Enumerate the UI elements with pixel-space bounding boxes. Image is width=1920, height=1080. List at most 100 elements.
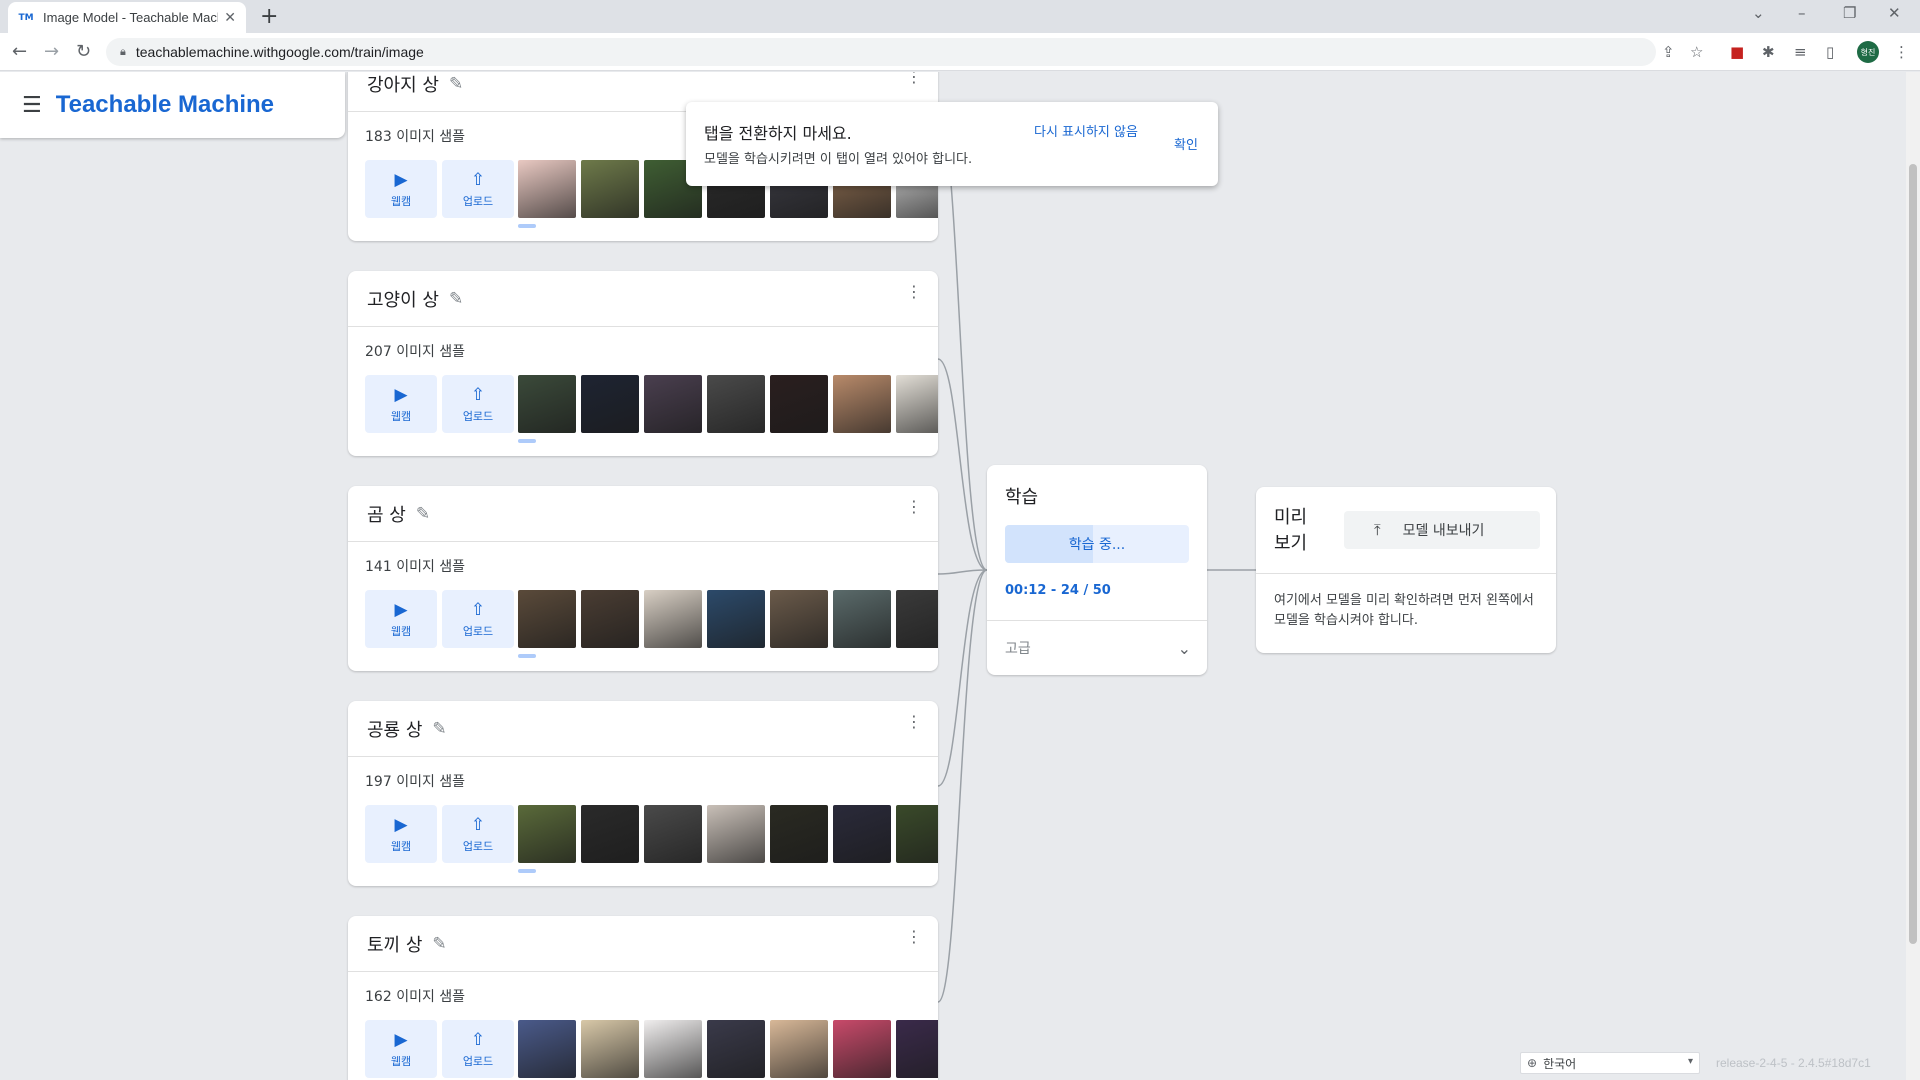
browser-tab[interactable]: TM Image Model - Teachable Mach ✕	[8, 2, 246, 33]
edit-pencil-icon[interactable]: ✎	[449, 289, 463, 309]
video-camera-icon: ▶︎	[394, 814, 408, 835]
thumbnail-scroll-indicator[interactable]	[518, 224, 536, 228]
avatar[interactable]: 형진	[1857, 41, 1879, 63]
extensions-icon[interactable]: ✱	[1762, 43, 1775, 61]
upload-button[interactable]: ⇧ 업로드	[442, 590, 514, 648]
sample-thumbnail[interactable]	[518, 375, 576, 433]
sample-count-suffix: 이미지 샘플	[396, 774, 466, 790]
thumbnail-scroll-indicator[interactable]	[518, 654, 536, 658]
sample-thumbnail[interactable]	[707, 375, 765, 433]
training-progress-button[interactable]: 학습 중...	[1005, 525, 1189, 563]
sample-thumbnail[interactable]	[644, 805, 702, 863]
sample-thumbnail[interactable]	[833, 1020, 891, 1078]
sample-thumbnail[interactable]	[518, 160, 576, 218]
sample-thumbnail[interactable]	[581, 1020, 639, 1078]
sample-thumbnails[interactable]	[518, 805, 938, 863]
webcam-button[interactable]: ▶︎ 웹캠	[365, 805, 437, 863]
sample-thumbnail[interactable]	[707, 805, 765, 863]
sample-thumbnails[interactable]	[518, 375, 938, 433]
advanced-toggle[interactable]: 고급 ⌄	[987, 620, 1207, 675]
sample-thumbnail[interactable]	[644, 1020, 702, 1078]
tab-search-icon[interactable]: ⌄	[1752, 4, 1765, 22]
webcam-label: 웹캠	[390, 194, 412, 208]
more-options-icon[interactable]: ⋮	[906, 499, 922, 515]
edit-pencil-icon[interactable]: ✎	[432, 934, 446, 954]
extension-record-icon[interactable]: ■	[1730, 43, 1744, 61]
sample-thumbnail[interactable]	[770, 1020, 828, 1078]
sample-thumbnail[interactable]	[770, 805, 828, 863]
thumbnail-scroll-indicator[interactable]	[518, 869, 536, 873]
sample-thumbnail[interactable]	[644, 590, 702, 648]
more-options-icon[interactable]: ⋮	[906, 284, 922, 300]
sample-thumbnail[interactable]	[581, 805, 639, 863]
share-icon[interactable]: ⇪	[1662, 43, 1675, 61]
minimize-icon[interactable]: –	[1798, 4, 1806, 22]
sample-thumbnail[interactable]	[833, 375, 891, 433]
sample-thumbnail[interactable]	[581, 375, 639, 433]
class-name[interactable]: 공룡 상	[367, 716, 422, 742]
sample-thumbnail[interactable]	[896, 1020, 938, 1078]
forward-icon[interactable]: →	[44, 41, 59, 62]
more-options-icon[interactable]: ⋮	[906, 929, 922, 945]
sample-thumbnails[interactable]	[518, 590, 938, 648]
sample-count-number: 197	[365, 774, 392, 790]
app-brand[interactable]: Teachable Machine	[56, 91, 274, 119]
address-bar[interactable]: 🔒︎ teachablemachine.withgoogle.com/train…	[106, 38, 1656, 66]
sample-thumbnail[interactable]	[770, 375, 828, 433]
sample-thumbnail[interactable]	[644, 375, 702, 433]
scrollbar-thumb[interactable]	[1909, 164, 1917, 944]
sample-thumbnail[interactable]	[581, 160, 639, 218]
sample-count: 141 이미지 샘플	[365, 556, 465, 576]
edit-pencil-icon[interactable]: ✎	[449, 74, 463, 94]
sample-thumbnail[interactable]	[833, 805, 891, 863]
language-select[interactable]: ⊕ 한국어 ▾	[1520, 1052, 1700, 1074]
sample-thumbnail[interactable]	[707, 590, 765, 648]
edit-pencil-icon[interactable]: ✎	[432, 719, 446, 739]
upload-button[interactable]: ⇧ 업로드	[442, 1020, 514, 1078]
class-name[interactable]: 곰 상	[367, 501, 406, 527]
toast-ok-button[interactable]: 확인	[1174, 134, 1198, 153]
sample-thumbnail[interactable]	[896, 375, 938, 433]
webcam-button[interactable]: ▶︎ 웹캠	[365, 160, 437, 218]
restore-icon[interactable]: ❐	[1843, 4, 1856, 22]
side-panel-icon[interactable]: ▯	[1826, 43, 1834, 61]
webcam-button[interactable]: ▶︎ 웹캠	[365, 375, 437, 433]
class-name[interactable]: 고양이 상	[367, 286, 439, 312]
new-tab-icon[interactable]: +	[260, 4, 278, 29]
sample-thumbnail[interactable]	[896, 590, 938, 648]
reload-icon[interactable]: ↻	[76, 41, 91, 62]
sample-thumbnail[interactable]	[896, 805, 938, 863]
upload-button[interactable]: ⇧ 업로드	[442, 805, 514, 863]
sample-thumbnail[interactable]	[581, 590, 639, 648]
browser-menu-icon[interactable]: ⋮	[1894, 43, 1909, 61]
release-version: release-2-4-5 - 2.4.5#18d7c1	[1716, 1056, 1871, 1070]
sample-thumbnail[interactable]	[707, 1020, 765, 1078]
window-close-icon[interactable]: ✕	[1888, 4, 1901, 22]
upload-button[interactable]: ⇧ 업로드	[442, 160, 514, 218]
close-tab-icon[interactable]: ✕	[224, 10, 236, 26]
webcam-button[interactable]: ▶︎ 웹캠	[365, 590, 437, 648]
sample-thumbnail[interactable]	[518, 805, 576, 863]
class-name[interactable]: 강아지 상	[367, 72, 439, 97]
media-control-icon[interactable]: ≡	[1794, 43, 1807, 61]
page-scrollbar[interactable]	[1906, 72, 1920, 1080]
export-model-button[interactable]: ⤒ 모델 내보내기	[1344, 511, 1540, 549]
edit-pencil-icon[interactable]: ✎	[416, 504, 430, 524]
upload-label: 업로드	[462, 194, 494, 208]
thumbnail-scroll-indicator[interactable]	[518, 439, 536, 443]
more-options-icon[interactable]: ⋮	[906, 714, 922, 730]
sample-thumbnail[interactable]	[770, 590, 828, 648]
bookmark-star-icon[interactable]: ☆	[1690, 43, 1703, 61]
back-icon[interactable]: ←	[12, 41, 27, 62]
sample-thumbnail[interactable]	[833, 590, 891, 648]
class-name[interactable]: 토끼 상	[367, 931, 422, 957]
more-options-icon[interactable]: ⋮	[906, 72, 922, 85]
toast-title: 탭을 전환하지 마세요.	[704, 124, 852, 143]
sample-thumbnail[interactable]	[518, 590, 576, 648]
dont-show-again-button[interactable]: 다시 표시하지 않음	[1034, 124, 1146, 142]
sample-thumbnail[interactable]	[518, 1020, 576, 1078]
sample-thumbnails[interactable]	[518, 1020, 938, 1078]
webcam-button[interactable]: ▶︎ 웹캠	[365, 1020, 437, 1078]
upload-button[interactable]: ⇧ 업로드	[442, 375, 514, 433]
hamburger-menu-icon[interactable]: ☰	[22, 93, 42, 118]
